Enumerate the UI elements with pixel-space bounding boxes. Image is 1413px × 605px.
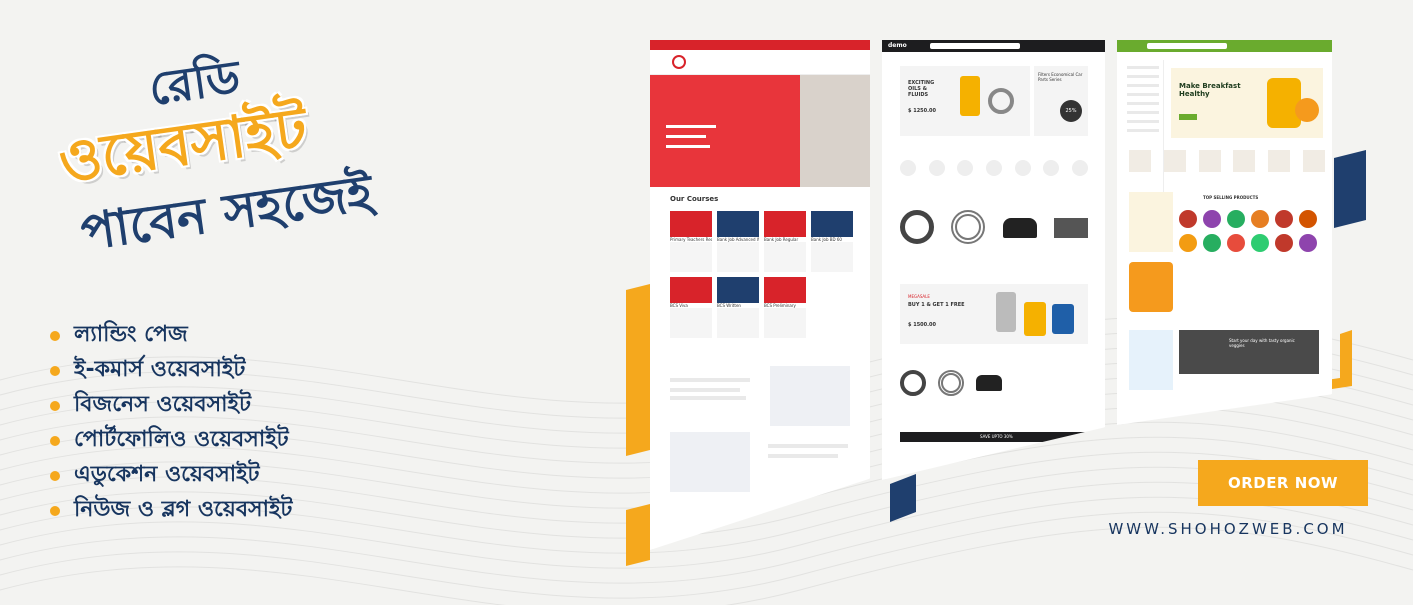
website-url[interactable]: WWW.SHOHOZWEB.COM — [1088, 520, 1368, 538]
bullet-dot-icon — [50, 365, 60, 376]
mockup-autoparts-site: demo EXCITING OILS & FLUIDS $ 1250.00 Fi… — [882, 40, 1105, 480]
category-tile[interactable] — [1163, 150, 1186, 172]
feature-item: বিজনেস ওয়েবসাইট — [50, 388, 292, 423]
brake-disc-icon[interactable] — [951, 210, 986, 244]
product-row-2 — [900, 370, 1088, 396]
category-icon[interactable] — [1071, 160, 1088, 176]
veggies-promo[interactable]: Start your day with tasty organic veggie… — [1179, 330, 1319, 374]
product-grid — [1179, 210, 1319, 252]
feature-item: নিউজ ও ব্লগ ওয়েবসাইট — [50, 493, 292, 528]
category-tile[interactable] — [1268, 150, 1291, 172]
category-icon[interactable] — [985, 160, 1002, 176]
brake-pad-icon[interactable] — [1053, 218, 1088, 238]
bullet-dot-icon — [50, 435, 60, 446]
category-sidebar — [1123, 60, 1164, 210]
course-card[interactable]: BCS Preliminary — [764, 277, 806, 338]
site-logo: demo — [888, 42, 907, 49]
category-icon[interactable] — [928, 160, 945, 176]
search-input[interactable] — [930, 43, 1020, 49]
category-tile[interactable] — [1233, 150, 1256, 172]
category-tile[interactable] — [1198, 150, 1221, 172]
megasale-banner[interactable]: MEGASALE BUY 1 & GET 1 FREE $ 1500.00 — [900, 284, 1088, 344]
search-input[interactable] — [1147, 43, 1227, 49]
hero-breakfast[interactable]: Make Breakfast Healthy — [1171, 68, 1323, 138]
order-now-button[interactable]: ORDER NOW — [1198, 460, 1368, 506]
category-row — [1129, 150, 1325, 172]
course-grid: Primary Teachers Recruitment... Bank Job… — [650, 211, 870, 338]
course-card[interactable]: Bank Job Advanced Written — [717, 211, 759, 272]
course-card[interactable]: BCS Viva — [670, 277, 712, 338]
feature-item: ই-কমার্স ওয়েবসাইট — [50, 353, 292, 388]
courses-title: Our Courses — [670, 195, 719, 203]
bullet-dot-icon — [50, 505, 60, 516]
category-tile[interactable] — [1129, 150, 1151, 172]
promo-banner: রেডি ওয়েবসাইট পাবেন সহজেই ল্যান্ডিং পেজ… — [0, 0, 1413, 605]
category-icon[interactable] — [1043, 160, 1060, 176]
category-row — [900, 160, 1088, 176]
hero-banner — [650, 75, 870, 187]
category-icon[interactable] — [1014, 160, 1031, 176]
steering-wheel-icon[interactable] — [900, 210, 934, 244]
mockup-grocery-site: Make Breakfast Healthy TOP SELLING PRODU… — [1117, 40, 1332, 425]
top-selling-title: TOP SELLING PRODUCTS — [1203, 195, 1259, 200]
category-tile[interactable] — [1302, 150, 1325, 172]
hero-oils[interactable]: EXCITING OILS & FLUIDS $ 1250.00 — [900, 66, 1030, 136]
category-icon[interactable] — [957, 160, 974, 176]
mockup-education-site: Our Courses Primary Teachers Recruitment… — [650, 40, 870, 550]
feature-list: ল্যান্ডিং পেজ ই-কমার্স ওয়েবসাইট বিজনেস … — [50, 318, 292, 528]
bullet-dot-icon — [50, 400, 60, 411]
product-row — [900, 210, 1088, 244]
car-part-icon[interactable] — [1002, 218, 1037, 238]
feature-item: ল্যান্ডিং পেজ — [50, 318, 292, 353]
logo-icon — [672, 55, 686, 69]
hero-filters[interactable]: Filters Economical Car Parts Series 25% — [1034, 66, 1088, 136]
course-card[interactable]: BCS Written — [717, 277, 759, 338]
category-icon[interactable] — [900, 160, 916, 176]
course-card[interactable]: Bank Job Regular — [764, 211, 806, 272]
course-card[interactable]: Primary Teachers Recruitment... — [670, 211, 712, 272]
bullet-dot-icon — [50, 330, 60, 341]
course-card[interactable]: Bank Job BD 60 — [811, 211, 853, 272]
feature-item: পোর্টফোলিও ওয়েবসাইট — [50, 423, 292, 458]
decor-navy-right — [1334, 150, 1366, 228]
feature-item: এডুকেশন ওয়েবসাইট — [50, 458, 292, 493]
bullet-dot-icon — [50, 470, 60, 481]
